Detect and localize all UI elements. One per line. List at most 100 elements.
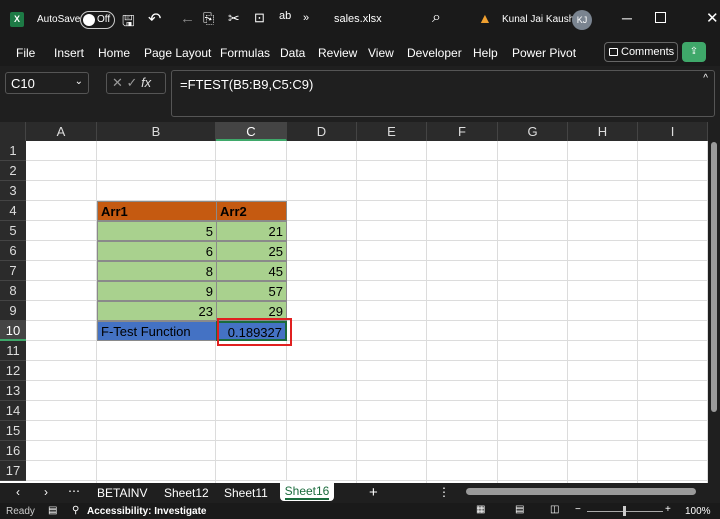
column-header-B[interactable]: B (97, 122, 216, 141)
vertical-scrollbar[interactable] (708, 122, 720, 483)
tab-developer[interactable]: Developer (407, 46, 462, 60)
options-icon[interactable]: ⋮ (438, 485, 450, 499)
tab-file[interactable]: File (16, 46, 35, 60)
macro-icon[interactable]: ▤ (48, 505, 57, 516)
tab-formulas[interactable]: Formulas (220, 46, 270, 60)
search-icon[interactable]: ⌕ (432, 9, 441, 27)
autosave-toggle[interactable]: Off (80, 11, 115, 29)
tab-data[interactable]: Data (280, 46, 305, 60)
enter-icon[interactable]: ✓ (127, 75, 138, 90)
page-layout-view-icon[interactable]: ▤ (515, 504, 524, 515)
page-break-view-icon[interactable]: ◫ (550, 504, 559, 515)
sheet-tab-betainv[interactable]: BETAINV (97, 486, 147, 500)
worksheet-grid[interactable]: A B C D E F G H I 1 2 3 4 5 6 7 8 9 10 11 12 13 14 15 16 17 Arr1 Ar… (0, 122, 708, 483)
sheet-tab-sheet11[interactable]: Sheet11 (224, 486, 268, 500)
gridline (26, 180, 708, 181)
maximize-icon[interactable] (655, 12, 666, 23)
formula-input[interactable]: =FTEST(B5:B9,C5:C9) ^ (171, 70, 715, 117)
arr1-cell[interactable]: 6 (97, 241, 217, 261)
close-icon[interactable]: ✕ (706, 9, 719, 27)
row-header-5[interactable]: 5 (0, 221, 26, 241)
zoom-slider[interactable]: − + (575, 504, 675, 516)
insert-function-icon[interactable]: fx (141, 75, 151, 90)
formula-buttons: ✕ ✓ fx (106, 72, 166, 94)
arr1-cell[interactable]: 5 (97, 221, 217, 241)
row-header-9[interactable]: 9 (0, 301, 26, 321)
comments-button[interactable]: Comments (604, 42, 678, 62)
select-all[interactable] (0, 122, 26, 141)
column-header-H[interactable]: H (568, 122, 638, 141)
column-header-I[interactable]: I (638, 122, 708, 141)
arr2-cell[interactable]: 45 (216, 261, 287, 281)
row-header-7[interactable]: 7 (0, 261, 26, 281)
sheet-tab-sheet16[interactable]: Sheet16 (280, 481, 334, 501)
row-header-6[interactable]: 6 (0, 241, 26, 261)
tab-view[interactable]: View (368, 46, 394, 60)
prev-sheet-icon[interactable]: ‹ (16, 485, 20, 499)
row-header-14[interactable]: 14 (0, 401, 26, 421)
row-header-13[interactable]: 13 (0, 381, 26, 401)
spelling-icon[interactable]: ab (279, 10, 291, 22)
row-header-16[interactable]: 16 (0, 441, 26, 461)
share-button[interactable]: ⇪ (682, 42, 706, 62)
column-header-E[interactable]: E (357, 122, 427, 141)
row-header-11[interactable]: 11 (0, 341, 26, 361)
header-arr2[interactable]: Arr2 (216, 201, 287, 221)
status-bar: Ready ▤ ⚲ Accessibility: Investigate ▦ ▤… (0, 503, 720, 519)
arr2-cell[interactable]: 25 (216, 241, 287, 261)
redo-icon[interactable]: ← (180, 10, 195, 27)
cut-icon[interactable]: ✂ (228, 10, 240, 27)
arr1-cell[interactable]: 8 (97, 261, 217, 281)
sheet-tab-sheet12[interactable]: Sheet12 (164, 486, 209, 500)
next-sheet-icon[interactable]: › (44, 485, 48, 499)
more-commands[interactable]: » (303, 12, 309, 24)
avatar[interactable]: KJ (572, 10, 592, 30)
row-header-8[interactable]: 8 (0, 281, 26, 301)
normal-view-icon[interactable]: ▦ (476, 504, 485, 515)
file-name[interactable]: sales.xlsx (334, 13, 382, 25)
row-header-4[interactable]: 4 (0, 201, 26, 221)
add-sheet-icon[interactable]: + (369, 484, 378, 501)
collapse-icon[interactable]: ^ (703, 73, 708, 84)
column-header-A[interactable]: A (26, 122, 97, 141)
chart-icon[interactable]: ⊡ (254, 10, 265, 26)
arr2-cell[interactable]: 57 (216, 281, 287, 301)
cancel-icon[interactable]: ✕ (112, 75, 123, 90)
tab-insert[interactable]: Insert (54, 46, 84, 60)
arr1-cell[interactable]: 23 (97, 301, 217, 321)
column-header-D[interactable]: D (287, 122, 357, 141)
arr2-cell[interactable]: 21 (216, 221, 287, 241)
column-header-C[interactable]: C (216, 122, 287, 141)
chevron-down-icon[interactable]: ⌄ (75, 76, 83, 87)
name-box[interactable]: C10 ⌄ (5, 72, 89, 94)
tab-help[interactable]: Help (473, 46, 498, 60)
undo-icon[interactable]: ↶ (148, 9, 161, 29)
tab-review[interactable]: Review (318, 46, 357, 60)
row-header-2[interactable]: 2 (0, 161, 26, 181)
horizontal-scrollbar[interactable] (452, 488, 710, 496)
more-sheets-icon[interactable]: ⋯ (68, 484, 80, 498)
gridline (426, 141, 427, 483)
row-header-10[interactable]: 10 (0, 321, 26, 341)
tab-power-pivot[interactable]: Power Pivot (512, 46, 576, 60)
warning-icon: ▲ (478, 10, 492, 26)
row-header-1[interactable]: 1 (0, 141, 26, 161)
tab-page-layout[interactable]: Page Layout (144, 46, 211, 60)
copy-icon[interactable]: ⎘ (203, 10, 214, 27)
zoom-level[interactable]: 100% (685, 506, 711, 517)
user-name: Kunal Jai Kaushik (502, 14, 582, 25)
minimize-icon[interactable]: ─ (622, 10, 632, 26)
tab-home[interactable]: Home (98, 46, 130, 60)
column-header-F[interactable]: F (427, 122, 498, 141)
arr1-cell[interactable]: 9 (97, 281, 217, 301)
save-icon[interactable]: 🖫 (122, 11, 135, 36)
row-header-3[interactable]: 3 (0, 181, 26, 201)
column-header-G[interactable]: G (498, 122, 568, 141)
header-arr1[interactable]: Arr1 (97, 201, 217, 221)
accessibility-status[interactable]: Accessibility: Investigate (87, 506, 207, 517)
accessibility-icon[interactable]: ⚲ (72, 505, 79, 516)
row-header-15[interactable]: 15 (0, 421, 26, 441)
ftest-label-cell[interactable]: F-Test Function (97, 321, 217, 341)
row-header-12[interactable]: 12 (0, 361, 26, 381)
row-header-17[interactable]: 17 (0, 461, 26, 481)
